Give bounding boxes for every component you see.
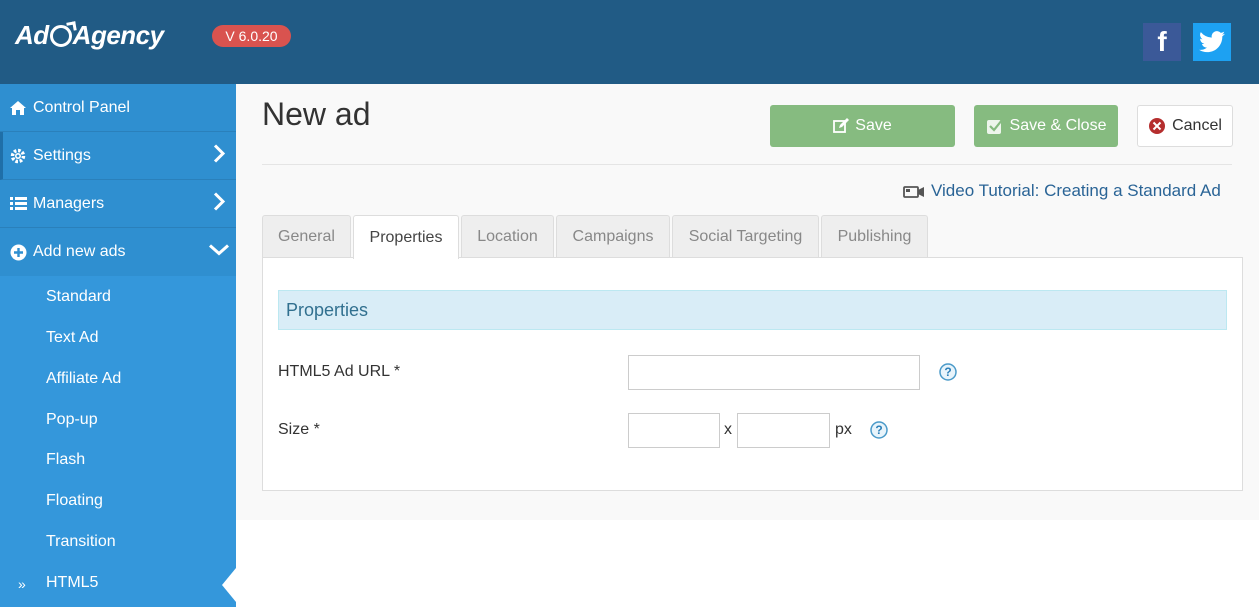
plus-circle-icon: [9, 243, 27, 261]
svg-text:?: ?: [875, 423, 882, 437]
tab-campaigns[interactable]: Campaigns: [556, 215, 670, 258]
sidebar-item-add-new-ads[interactable]: Add new ads: [0, 228, 236, 276]
tab-publishing[interactable]: Publishing: [821, 215, 928, 258]
sidebar-subitem-html5[interactable]: HTML5: [46, 574, 98, 592]
cancel-button-label: Cancel: [1172, 117, 1222, 134]
help-icon[interactable]: ?: [870, 421, 888, 439]
save-close-button-label: Save & Close: [1009, 117, 1107, 134]
save-button-label: Save: [855, 117, 892, 134]
sidebar-subitem-floating[interactable]: Floating: [46, 492, 103, 510]
logo-o-icon: [49, 25, 72, 47]
active-marker-icon: »: [18, 576, 26, 592]
edit-icon: [833, 118, 850, 134]
cancel-button[interactable]: Cancel: [1137, 105, 1233, 147]
facebook-icon[interactable]: f: [1143, 23, 1181, 61]
list-icon: [9, 195, 27, 213]
width-input[interactable]: [628, 413, 720, 448]
video-tutorial-label: Video Tutorial: Creating a Standard Ad: [931, 181, 1221, 200]
chevron-right-icon: [212, 143, 226, 168]
top-header-bar: Ad Agency V 6.0.20 f: [0, 0, 1259, 84]
sidebar-subitem-text-ad[interactable]: Text Ad: [46, 329, 98, 347]
sidebar-item-settings[interactable]: Settings: [0, 132, 236, 180]
video-camera-icon: [903, 184, 925, 198]
twitter-icon[interactable]: [1193, 23, 1231, 61]
logo-text-agency: Agency: [72, 20, 164, 50]
version-badge: V 6.0.20: [212, 25, 291, 47]
sidebar-item-label: Settings: [33, 146, 91, 164]
sidebar-item-label: Add new ads: [33, 243, 126, 260]
svg-text:?: ?: [944, 365, 951, 379]
checkbox-icon: [986, 117, 1004, 135]
active-pointer: [222, 568, 236, 602]
chevron-down-icon: [208, 243, 230, 262]
sidebar-item-label: Control Panel: [33, 98, 130, 116]
sidebar-subitem-flash[interactable]: Flash: [46, 451, 85, 469]
sidebar-subitem-standard[interactable]: Standard: [46, 288, 111, 306]
home-icon: [9, 99, 27, 117]
tab-general[interactable]: General: [262, 215, 351, 258]
sidebar-subitem-affiliate-ad[interactable]: Affiliate Ad: [46, 370, 121, 388]
tab-location[interactable]: Location: [461, 215, 554, 258]
sidebar-subitem-transition[interactable]: Transition: [46, 533, 116, 551]
html5-url-label: HTML5 Ad URL *: [278, 363, 401, 380]
close-circle-icon: [1148, 117, 1166, 135]
help-icon[interactable]: ?: [939, 363, 957, 381]
page-title: New ad: [262, 96, 371, 132]
chevron-right-icon: [212, 191, 226, 216]
save-button[interactable]: Save: [770, 105, 955, 147]
html5-url-input[interactable]: [628, 355, 920, 390]
gear-icon: [9, 147, 27, 165]
tab-social-targeting[interactable]: Social Targeting: [672, 215, 819, 258]
sidebar-item-control-panel[interactable]: Control Panel: [0, 84, 236, 132]
section-heading-properties: Properties: [278, 290, 1227, 330]
size-separator: x: [724, 421, 732, 438]
adagency-logo[interactable]: Ad Agency: [15, 20, 164, 51]
size-label: Size *: [278, 421, 320, 438]
logo-text-ad: Ad: [15, 20, 49, 50]
sidebar-subitem-pop-up[interactable]: Pop-up: [46, 411, 98, 429]
sidebar-item-managers[interactable]: Managers: [0, 180, 236, 228]
video-tutorial-link[interactable]: Video Tutorial: Creating a Standard Ad: [903, 181, 1221, 201]
sidebar-item-label: Managers: [33, 194, 105, 212]
save-close-button[interactable]: Save & Close: [974, 105, 1118, 147]
size-unit: px: [835, 421, 852, 438]
height-input[interactable]: [737, 413, 830, 448]
header-divider: [262, 164, 1232, 165]
tab-properties[interactable]: Properties: [353, 215, 459, 259]
